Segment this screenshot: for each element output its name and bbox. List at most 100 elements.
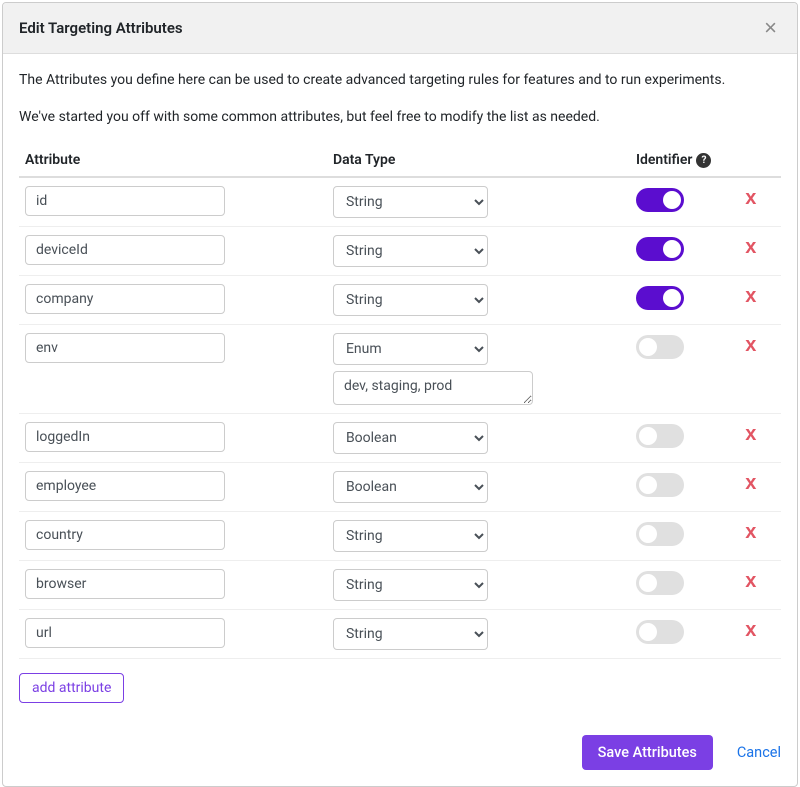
attribute-name-input[interactable]: [25, 186, 225, 216]
delete-cell: x: [745, 333, 775, 357]
identifier-toggle[interactable]: [636, 188, 684, 212]
data-type-cell: StringEnumBooleanNumber: [333, 284, 636, 316]
table-header-row: Attribute Data Type Identifier ?: [19, 144, 781, 178]
attribute-name-input[interactable]: [25, 471, 225, 501]
attribute-name-input[interactable]: [25, 422, 225, 452]
delete-row-button[interactable]: x: [745, 422, 756, 446]
table-row: StringEnumBooleanNumber x: [19, 227, 781, 276]
data-type-cell: StringEnumBooleanNumber: [333, 471, 636, 503]
delete-row-button[interactable]: x: [745, 333, 756, 357]
toggle-knob: [663, 240, 681, 258]
identifier-toggle[interactable]: [636, 286, 684, 310]
header-delete: [745, 152, 775, 168]
identifier-cell: [636, 422, 745, 448]
add-attribute-button[interactable]: add attribute: [19, 673, 124, 703]
data-type-cell: StringEnumBooleanNumber: [333, 569, 636, 601]
attribute-name-cell: [25, 569, 333, 599]
data-type-select[interactable]: StringEnumBooleanNumber: [333, 284, 488, 316]
modal-footer: Save Attributes Cancel: [3, 719, 797, 786]
identifier-cell: [636, 520, 745, 546]
identifier-toggle[interactable]: [636, 473, 684, 497]
data-type-cell: StringEnumBooleanNumber: [333, 618, 636, 650]
data-type-select[interactable]: StringEnumBooleanNumber: [333, 422, 488, 454]
toggle-knob: [663, 289, 681, 307]
data-type-cell: StringEnumBooleanNumber: [333, 235, 636, 267]
attribute-name-input[interactable]: [25, 284, 225, 314]
toggle-knob: [639, 574, 657, 592]
delete-cell: x: [745, 520, 775, 544]
header-attribute: Attribute: [25, 152, 333, 168]
close-button[interactable]: ×: [760, 17, 781, 39]
attribute-name-cell: [25, 471, 333, 501]
data-type-select[interactable]: StringEnumBooleanNumber: [333, 520, 488, 552]
table-row: StringEnumBooleanNumber x: [19, 325, 781, 414]
data-type-select[interactable]: StringEnumBooleanNumber: [333, 333, 488, 365]
table-row: StringEnumBooleanNumber x: [19, 463, 781, 512]
identifier-toggle[interactable]: [636, 522, 684, 546]
cancel-link[interactable]: Cancel: [737, 744, 781, 761]
delete-row-button[interactable]: x: [745, 284, 756, 308]
attribute-name-input[interactable]: [25, 618, 225, 648]
attribute-name-input[interactable]: [25, 569, 225, 599]
attribute-name-cell: [25, 284, 333, 314]
attribute-name-input[interactable]: [25, 520, 225, 550]
identifier-cell: [636, 569, 745, 595]
table-row: StringEnumBooleanNumber x: [19, 414, 781, 463]
data-type-cell: StringEnumBooleanNumber: [333, 520, 636, 552]
identifier-toggle[interactable]: [636, 620, 684, 644]
attribute-name-cell: [25, 333, 333, 363]
delete-row-button[interactable]: x: [745, 520, 756, 544]
identifier-cell: [636, 235, 745, 261]
attribute-name-input[interactable]: [25, 235, 225, 265]
delete-row-button[interactable]: x: [745, 186, 756, 210]
attribute-name-cell: [25, 520, 333, 550]
identifier-cell: [636, 284, 745, 310]
identifier-cell: [636, 333, 745, 359]
header-identifier: Identifier ?: [636, 152, 745, 168]
delete-cell: x: [745, 569, 775, 593]
delete-cell: x: [745, 618, 775, 642]
attribute-name-cell: [25, 422, 333, 452]
enum-values-input[interactable]: [333, 371, 533, 405]
identifier-toggle[interactable]: [636, 335, 684, 359]
identifier-cell: [636, 471, 745, 497]
identifier-cell: [636, 618, 745, 644]
table-row: StringEnumBooleanNumber x: [19, 178, 781, 227]
delete-row-button[interactable]: x: [745, 569, 756, 593]
data-type-cell: StringEnumBooleanNumber: [333, 333, 636, 405]
toggle-knob: [639, 476, 657, 494]
table-row: StringEnumBooleanNumber x: [19, 561, 781, 610]
identifier-cell: [636, 186, 745, 212]
data-type-select[interactable]: StringEnumBooleanNumber: [333, 235, 488, 267]
delete-row-button[interactable]: x: [745, 235, 756, 259]
attribute-name-cell: [25, 618, 333, 648]
edit-targeting-modal: Edit Targeting Attributes × The Attribut…: [2, 2, 798, 787]
header-data-type: Data Type: [333, 152, 636, 168]
toggle-knob: [639, 427, 657, 445]
data-type-select[interactable]: StringEnumBooleanNumber: [333, 471, 488, 503]
save-attributes-button[interactable]: Save Attributes: [582, 735, 713, 770]
header-identifier-label: Identifier: [636, 152, 693, 168]
table-row: StringEnumBooleanNumber x: [19, 610, 781, 659]
data-type-cell: StringEnumBooleanNumber: [333, 422, 636, 454]
intro-text-1: The Attributes you define here can be us…: [19, 70, 781, 91]
identifier-toggle[interactable]: [636, 571, 684, 595]
modal-body: The Attributes you define here can be us…: [3, 54, 797, 719]
data-type-select[interactable]: StringEnumBooleanNumber: [333, 569, 488, 601]
attribute-name-input[interactable]: [25, 333, 225, 363]
toggle-knob: [639, 623, 657, 641]
table-row: StringEnumBooleanNumber x: [19, 276, 781, 325]
identifier-toggle[interactable]: [636, 424, 684, 448]
delete-row-button[interactable]: x: [745, 618, 756, 642]
help-icon[interactable]: ?: [696, 153, 711, 168]
data-type-select[interactable]: StringEnumBooleanNumber: [333, 618, 488, 650]
table-row: StringEnumBooleanNumber x: [19, 512, 781, 561]
delete-cell: x: [745, 422, 775, 446]
attributes-table: Attribute Data Type Identifier ? StringE…: [19, 144, 781, 659]
delete-row-button[interactable]: x: [745, 471, 756, 495]
data-type-select[interactable]: StringEnumBooleanNumber: [333, 186, 488, 218]
identifier-toggle[interactable]: [636, 237, 684, 261]
attribute-name-cell: [25, 235, 333, 265]
data-type-cell: StringEnumBooleanNumber: [333, 186, 636, 218]
attribute-name-cell: [25, 186, 333, 216]
